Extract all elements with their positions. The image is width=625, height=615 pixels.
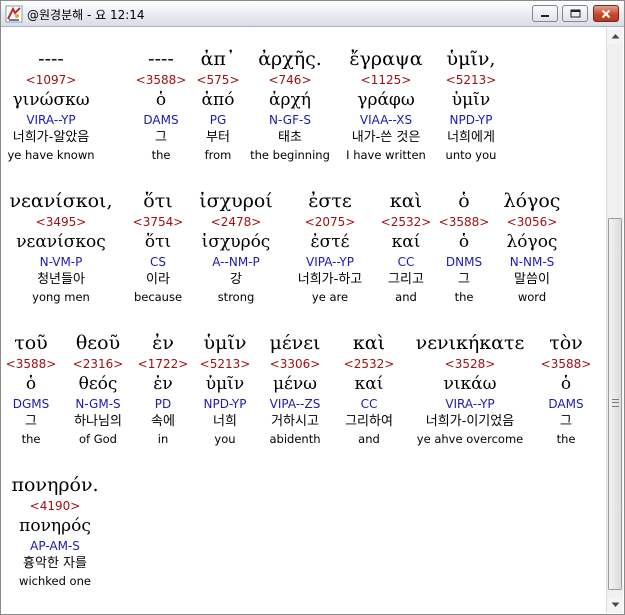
parsing-code: NPD-YP — [449, 113, 493, 127]
english-gloss: ye have known — [7, 148, 95, 162]
strongs-number: <1097> — [25, 73, 77, 87]
greek-word: καὶ — [352, 332, 386, 354]
greek-word: λόγος — [503, 190, 561, 212]
greek-word: τὸν — [549, 332, 583, 354]
parsing-code: AP-AM-S — [30, 539, 80, 553]
parsing-code: VIRA--YP — [26, 113, 76, 127]
lexical-form: ὁ — [560, 374, 572, 394]
maximize-button[interactable] — [562, 5, 588, 22]
lexical-form: καί — [354, 374, 384, 394]
window-title: @원경분해 - 요 12:14 — [27, 8, 145, 22]
strongs-number: <3588> — [540, 357, 592, 371]
scroll-thumb[interactable] — [608, 218, 622, 590]
parsing-code: DAMS — [548, 397, 584, 411]
close-button[interactable] — [593, 5, 619, 22]
strongs-number: <3056> — [506, 215, 558, 229]
korean-gloss: 너희에게 — [447, 130, 495, 145]
minimize-icon — [533, 6, 557, 21]
word-block[interactable]: τὸν <3588> ὁ DAMS 그 the — [508, 331, 606, 447]
scroll-up-arrow-icon — [611, 34, 619, 39]
scroll-down-arrow-icon — [611, 602, 619, 607]
korean-gloss: 말씀이 — [514, 272, 550, 287]
parsing-code: CC — [360, 397, 378, 411]
strongs-number: <4190> — [29, 499, 81, 513]
word-block[interactable]: λόγος <3056> λόγος N-NM-S 말씀이 word — [474, 189, 590, 305]
scroll-up-button[interactable] — [607, 28, 623, 44]
word-block[interactable]: καὶ <2532> καί CC 그리하여 and — [311, 331, 427, 447]
scroll-down-button[interactable] — [607, 597, 623, 613]
strongs-number: <5213> — [445, 73, 497, 87]
korean-gloss: 너희가-알았음 — [12, 130, 90, 145]
title-bar[interactable]: @원경분해 - 요 12:14 — [1, 1, 624, 27]
word-block[interactable]: ὑμῖν, <5213> ὑμῖν NPD-YP 너희에게 unto you — [413, 47, 529, 163]
english-gloss: the — [556, 432, 576, 446]
interlinear-pane[interactable]: ---- <1097> γινώσκω VIRA--YP 너희가-알았음 ye … — [3, 28, 606, 613]
lexical-form: λόγος — [506, 232, 558, 252]
word-block[interactable]: ---- <1097> γινώσκω VIRA--YP 너희가-알았음 ye … — [3, 47, 109, 163]
korean-gloss: 그 — [560, 414, 572, 429]
strongs-number: <2532> — [343, 357, 395, 371]
lexical-form: πονηρός — [19, 516, 91, 536]
main-window: @원경분해 - 요 12:14 ---- <1097> γινώσκω VIRA… — [0, 0, 625, 615]
scroll-grip-icon — [612, 399, 619, 407]
english-gloss: wichked one — [19, 574, 91, 588]
greek-word: πονηρόν. — [11, 474, 99, 496]
english-gloss: and — [358, 432, 380, 446]
korean-gloss: 그리하여 — [345, 414, 393, 429]
minimize-button[interactable] — [532, 5, 558, 22]
close-icon — [594, 6, 618, 21]
english-gloss: unto you — [445, 148, 497, 162]
vertical-scrollbar[interactable] — [606, 28, 623, 613]
korean-gloss: 흉악한 자를 — [23, 556, 87, 571]
parsing-code: N-NM-S — [509, 255, 555, 269]
app-logo-icon[interactable] — [5, 5, 23, 23]
maximize-icon — [563, 6, 587, 21]
greek-word: ὑμῖν, — [446, 48, 496, 70]
lexical-form: γινώσκω — [12, 90, 90, 110]
lexical-form: ὑμῖν — [451, 90, 491, 110]
english-gloss: word — [517, 290, 547, 304]
word-block[interactable]: πονηρόν. <4190> πονηρός AP-AM-S 흉악한 자를 w… — [3, 473, 113, 589]
greek-word: ---- — [38, 48, 64, 70]
